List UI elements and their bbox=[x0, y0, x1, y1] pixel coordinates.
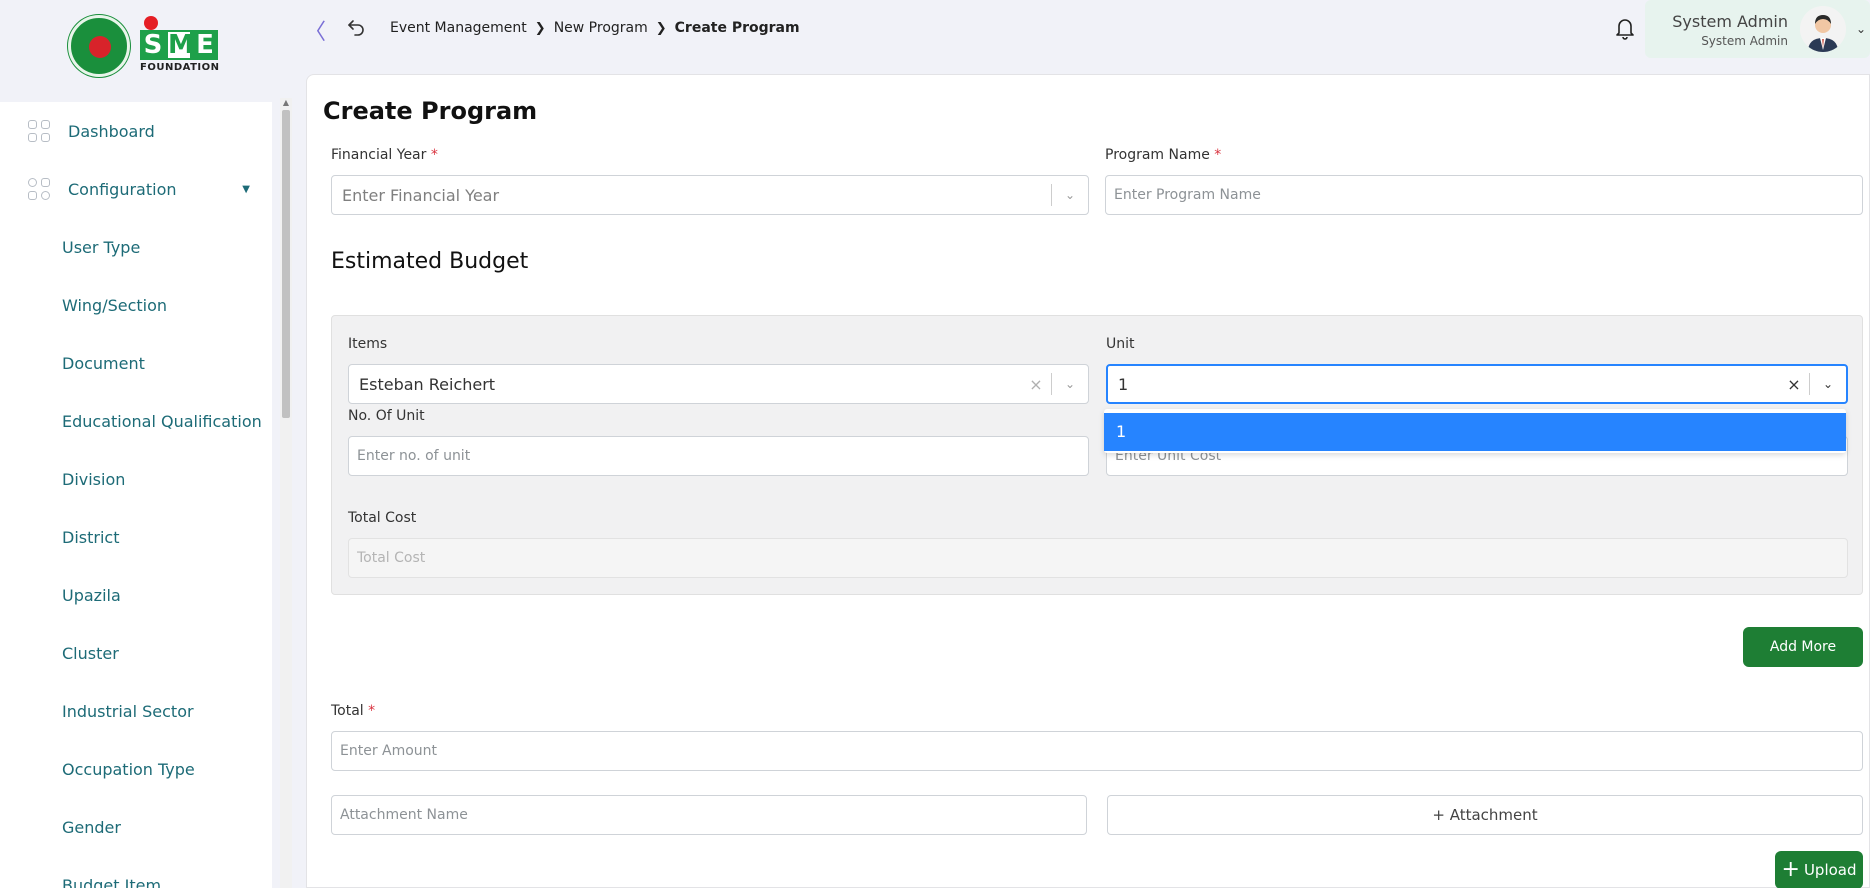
select-value: Esteban Reichert bbox=[359, 374, 496, 394]
sidebar-item-cluster[interactable]: Cluster bbox=[0, 624, 272, 682]
chevron-down-icon[interactable]: ⌄ bbox=[1810, 377, 1846, 391]
chevron-down-icon[interactable]: ⌄ bbox=[1052, 377, 1088, 391]
chevron-down-icon[interactable]: ⌄ bbox=[1856, 22, 1866, 36]
sidebar-item-configuration[interactable]: Configuration ▼ bbox=[0, 160, 272, 218]
create-program-card: Create Program Financial Year * Enter Fi… bbox=[306, 74, 1870, 888]
sidebar-item-occupation-type[interactable]: Occupation Type bbox=[0, 740, 272, 798]
upload-button[interactable]: + Upload bbox=[1775, 851, 1863, 888]
upload-label: Upload bbox=[1803, 861, 1857, 879]
no-of-unit-input[interactable] bbox=[348, 436, 1089, 476]
logo-dot bbox=[144, 16, 158, 30]
sidebar-scrollbar[interactable]: ▲ bbox=[280, 98, 292, 888]
chevron-right-icon: ❯ bbox=[655, 20, 667, 36]
unit-select[interactable]: 1 × ⌄ bbox=[1106, 364, 1848, 404]
total-label: Total * bbox=[331, 703, 375, 719]
sidebar-item-industrial-sector[interactable]: Industrial Sector bbox=[0, 682, 272, 740]
label-text: Program Name bbox=[1105, 147, 1210, 163]
sidebar-item-wing-section[interactable]: Wing/Section bbox=[0, 276, 272, 334]
no-of-unit-label: No. Of Unit bbox=[348, 408, 425, 424]
breadcrumb-event-management[interactable]: Event Management bbox=[390, 20, 527, 36]
estimated-budget-title: Estimated Budget bbox=[331, 249, 529, 274]
unit-option[interactable]: 1 bbox=[1104, 413, 1846, 451]
required-mark: * bbox=[430, 147, 438, 163]
notification-bell-icon[interactable] bbox=[1614, 16, 1636, 40]
sidebar: S M E FOUNDATION Dashboard Configuration… bbox=[0, 0, 292, 888]
required-mark: * bbox=[368, 703, 376, 719]
sidebar-item-educational-qualification[interactable]: Educational Qualification bbox=[0, 392, 272, 450]
sidebar-item-upazila[interactable]: Upazila bbox=[0, 566, 272, 624]
unit-dropdown-menu: 1 bbox=[1104, 409, 1846, 453]
sidebar-item-division[interactable]: Division bbox=[0, 450, 272, 508]
sidebar-item-user-type[interactable]: User Type bbox=[0, 218, 272, 276]
sidebar-item-dashboard[interactable]: Dashboard bbox=[0, 102, 272, 160]
total-amount-input[interactable] bbox=[331, 731, 1863, 771]
breadcrumb-new-program[interactable]: New Program bbox=[554, 20, 648, 36]
plus-icon: + bbox=[1781, 857, 1800, 882]
items-label: Items bbox=[348, 336, 388, 352]
attachment-name-input[interactable] bbox=[331, 795, 1087, 835]
sidebar-item-budget-item[interactable]: Budget Item bbox=[0, 856, 272, 888]
government-emblem-logo bbox=[68, 15, 130, 77]
page-title: Create Program bbox=[323, 97, 538, 125]
back-arrow-icon[interactable] bbox=[346, 16, 366, 36]
required-mark: * bbox=[1214, 147, 1222, 163]
top-header: 〈 Event Management ❯ New Program ❯ Creat… bbox=[290, 0, 1870, 58]
select-input-value[interactable]: 1 bbox=[1108, 375, 1779, 394]
chevron-down-icon: ▼ bbox=[242, 183, 250, 195]
breadcrumb-create-program: Create Program bbox=[674, 20, 800, 36]
scrollbar-thumb[interactable] bbox=[282, 110, 290, 418]
breadcrumb: Event Management ❯ New Program ❯ Create … bbox=[390, 20, 800, 36]
logo-subtitle: FOUNDATION bbox=[140, 62, 220, 73]
user-menu[interactable]: System Admin System Admin ⌄ bbox=[1645, 0, 1870, 58]
scroll-up-arrow-icon[interactable]: ▲ bbox=[282, 98, 290, 108]
grid-icon bbox=[28, 120, 50, 142]
sidebar-item-document[interactable]: Document bbox=[0, 334, 272, 392]
config-icon bbox=[28, 178, 50, 200]
collapse-sidebar-icon[interactable]: 〈 bbox=[304, 14, 326, 46]
total-cost-input bbox=[348, 538, 1848, 578]
unit-label: Unit bbox=[1106, 336, 1135, 352]
sidebar-item-gender[interactable]: Gender bbox=[0, 798, 272, 856]
financial-year-label: Financial Year * bbox=[331, 147, 438, 163]
add-attachment-button[interactable]: + Attachment bbox=[1107, 795, 1863, 835]
sidebar-item-label: Configuration bbox=[68, 179, 177, 199]
chevron-right-icon: ❯ bbox=[534, 20, 546, 36]
label-text: Financial Year bbox=[331, 147, 427, 163]
add-more-button[interactable]: Add More bbox=[1743, 627, 1863, 667]
clear-icon[interactable]: × bbox=[1779, 375, 1809, 394]
logo-letter-s: S bbox=[140, 30, 166, 60]
program-name-input[interactable] bbox=[1105, 175, 1863, 215]
sidebar-item-label: Dashboard bbox=[68, 121, 155, 141]
sidebar-item-district[interactable]: District bbox=[0, 508, 272, 566]
select-placeholder: Enter Financial Year bbox=[342, 185, 500, 205]
avatar bbox=[1800, 6, 1846, 52]
chevron-down-icon[interactable]: ⌄ bbox=[1052, 188, 1088, 202]
logo-area: S M E FOUNDATION bbox=[0, 0, 290, 92]
program-name-label: Program Name * bbox=[1105, 147, 1221, 163]
clear-icon[interactable]: × bbox=[1021, 375, 1051, 394]
sme-foundation-logo: S M E FOUNDATION bbox=[140, 16, 222, 76]
budget-item-box: Items Esteban Reichert × ⌄ Unit 1 × ⌄ No… bbox=[331, 315, 1863, 595]
items-select[interactable]: Esteban Reichert × ⌄ bbox=[348, 364, 1089, 404]
label-text: Total bbox=[331, 703, 364, 719]
user-role: System Admin bbox=[1701, 34, 1788, 48]
logo-letter-e: E bbox=[192, 30, 218, 60]
logo-letter-m: M bbox=[166, 30, 194, 60]
financial-year-select[interactable]: Enter Financial Year ⌄ bbox=[331, 175, 1089, 215]
total-cost-label: Total Cost bbox=[348, 510, 417, 526]
user-name: System Admin bbox=[1672, 12, 1788, 31]
sidebar-menu: Dashboard Configuration ▼ User Type Wing… bbox=[0, 102, 272, 888]
